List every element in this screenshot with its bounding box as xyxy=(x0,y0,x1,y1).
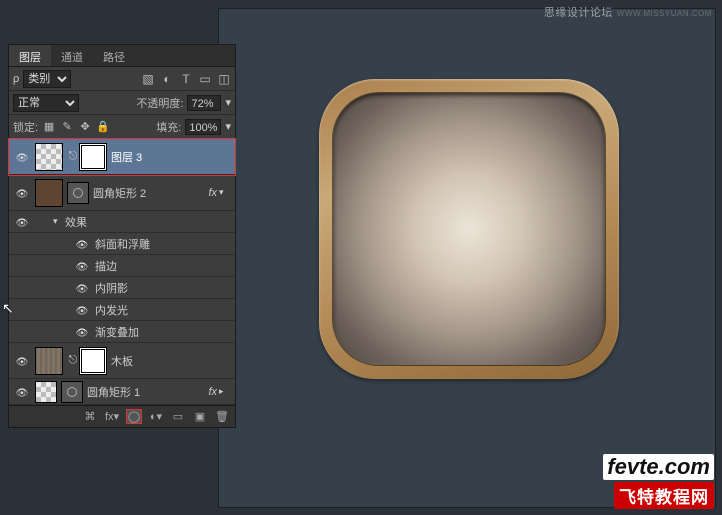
fx-row[interactable]: 斜面和浮雕 xyxy=(9,233,235,255)
vector-thumb[interactable] xyxy=(67,182,89,204)
layer-row[interactable]: 圆角矩形 2 fx ▾ xyxy=(9,175,235,211)
visibility-toggle[interactable] xyxy=(69,259,95,273)
fx-header: 效果 xyxy=(65,214,231,230)
lock-move-icon[interactable]: ✥ xyxy=(78,120,92,133)
fx-menu-icon[interactable]: fx▾ xyxy=(105,410,119,423)
fx-name: 渐变叠加 xyxy=(95,324,231,340)
visibility-toggle[interactable] xyxy=(69,237,95,251)
adjust-filter-icon[interactable]: ◐ xyxy=(160,72,174,86)
visibility-toggle[interactable] xyxy=(9,354,35,368)
smart-filter-icon[interactable]: ◫ xyxy=(217,72,231,86)
filter-type-icons: ▧ ◐ T ▭ ◫ xyxy=(141,72,231,86)
wood-frame xyxy=(319,79,619,379)
visibility-toggle[interactable] xyxy=(9,215,35,229)
link-icon: ⎋ xyxy=(67,354,79,367)
icon-surface xyxy=(333,93,605,365)
blend-row: 正常 不透明度: 72% ▾ xyxy=(9,91,235,115)
opacity-value[interactable]: 72% xyxy=(187,95,221,111)
opacity-caret-icon[interactable]: ▾ xyxy=(225,96,231,109)
pointer-cursor-icon: ↖ xyxy=(2,300,14,317)
lock-all-icon[interactable]: 🔒 xyxy=(96,120,110,133)
layers-list: ⎋ 图层 3 圆角矩形 2 fx ▾ ▾ 效果 斜面和浮雕 描边 xyxy=(9,139,235,405)
fx-row[interactable]: 渐变叠加 xyxy=(9,321,235,343)
fx-name: 内阴影 xyxy=(95,280,231,296)
visibility-toggle[interactable] xyxy=(69,303,95,317)
panel-footer: ⌘ fx▾ ◯ ◐▾ ▭ ▣ 🗑 xyxy=(9,405,235,427)
new-layer-icon[interactable]: ▣ xyxy=(193,410,207,423)
fx-header-row[interactable]: ▾ 效果 xyxy=(9,211,235,233)
fx-row[interactable]: 内阴影 xyxy=(9,277,235,299)
watermark-top: 思缘设计论坛WWW.MISSYUAN.COM xyxy=(544,4,712,20)
layer-thumb[interactable] xyxy=(35,381,57,403)
fx-row[interactable]: 内发光 xyxy=(9,299,235,321)
layer-name[interactable]: 木板 xyxy=(111,353,231,369)
fx-label[interactable]: fx xyxy=(208,187,217,199)
pixel-filter-icon[interactable]: ▧ xyxy=(141,72,155,86)
visibility-toggle[interactable] xyxy=(9,186,35,200)
shape-filter-icon[interactable]: ▭ xyxy=(198,72,212,86)
link-icon: ⎋ xyxy=(67,150,79,163)
fx-row[interactable]: 描边 xyxy=(9,255,235,277)
adjustment-menu-icon[interactable]: ◐▾ xyxy=(149,410,163,423)
fx-name: 描边 xyxy=(95,258,231,274)
fx-label[interactable]: fx xyxy=(208,386,217,398)
filter-row: ρ 类别 ▧ ◐ T ▭ ◫ xyxy=(9,67,235,91)
layer-thumb[interactable] xyxy=(35,347,63,375)
visibility-toggle[interactable] xyxy=(9,150,35,164)
layer-thumb[interactable] xyxy=(35,179,63,207)
layer-name[interactable]: 圆角矩形 1 xyxy=(87,384,208,400)
filter-kind-select[interactable]: 类别 xyxy=(23,70,71,88)
fill-label: 填充: xyxy=(156,119,181,135)
mask-thumb[interactable] xyxy=(79,347,107,375)
fx-twist-icon[interactable]: ▾ xyxy=(219,187,231,198)
visibility-toggle[interactable] xyxy=(9,385,35,399)
layer-name[interactable]: 圆角矩形 2 xyxy=(93,185,208,201)
tab-channels[interactable]: 通道 xyxy=(51,45,93,66)
new-group-icon[interactable]: ▭ xyxy=(171,410,185,423)
visibility-toggle[interactable] xyxy=(69,325,95,339)
layer-row[interactable]: 圆角矩形 1 fx ▸ xyxy=(9,379,235,405)
type-filter-icon[interactable]: T xyxy=(179,72,193,86)
vector-thumb[interactable] xyxy=(61,381,83,403)
fx-name: 内发光 xyxy=(95,302,231,318)
fx-twist-icon[interactable]: ▸ xyxy=(219,386,231,397)
trash-icon[interactable]: 🗑 xyxy=(215,410,229,423)
mask-thumb[interactable] xyxy=(79,143,107,171)
opacity-label: 不透明度: xyxy=(136,95,183,111)
blend-mode-select[interactable]: 正常 xyxy=(13,94,79,112)
add-mask-icon[interactable]: ◯ xyxy=(127,410,141,423)
tab-paths[interactable]: 路径 xyxy=(93,45,135,66)
fill-value[interactable]: 100% xyxy=(185,119,221,135)
filter-search-icon[interactable]: ρ xyxy=(13,73,19,85)
layers-panel: 图层 通道 路径 ρ 类别 ▧ ◐ T ▭ ◫ 正常 不透明度: 72% ▾ 锁… xyxy=(8,44,236,428)
layer-row-selected[interactable]: ⎋ 图层 3 xyxy=(9,139,235,175)
watermark-bottom: fevte.com 飞特教程网 xyxy=(603,454,714,509)
canvas-preview xyxy=(218,8,716,508)
panel-tabs: 图层 通道 路径 xyxy=(9,45,235,67)
lock-row: 锁定: ▦ ✎ ✥ 🔒 填充: 100% ▾ xyxy=(9,115,235,139)
fill-caret-icon[interactable]: ▾ xyxy=(225,120,231,133)
lock-brush-icon[interactable]: ✎ xyxy=(60,120,74,133)
visibility-toggle[interactable] xyxy=(69,281,95,295)
lock-label: 锁定: xyxy=(13,119,38,135)
link-layers-icon[interactable]: ⌘ xyxy=(83,410,97,423)
fx-name: 斜面和浮雕 xyxy=(95,236,231,252)
layer-thumb[interactable] xyxy=(35,143,63,171)
twist-icon[interactable]: ▾ xyxy=(53,216,65,227)
lock-pixels-icon[interactable]: ▦ xyxy=(42,120,56,133)
tab-layers[interactable]: 图层 xyxy=(9,45,51,66)
layer-row[interactable]: ⎋ 木板 xyxy=(9,343,235,379)
layer-name[interactable]: 图层 3 xyxy=(111,149,231,165)
